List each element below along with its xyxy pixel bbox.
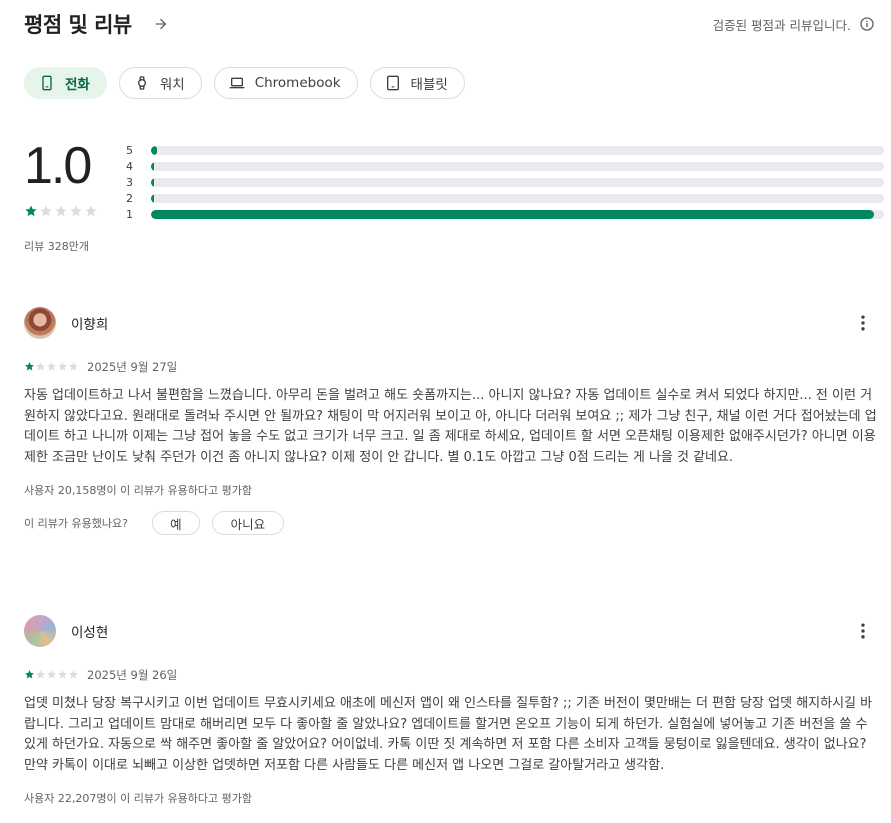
distribution-bar-track xyxy=(151,145,884,155)
more-options-icon[interactable] xyxy=(851,619,875,643)
review-text: 업뎃 미쳤나 당장 복구시키고 이번 업데이트 무효시키세요 애초에 메신저 앱… xyxy=(24,696,873,773)
tablet-icon xyxy=(385,75,401,91)
reviewer-header: 이성현 xyxy=(24,615,875,647)
review-count: 리뷰 328만개 xyxy=(24,240,89,253)
tab-chromebook[interactable]: Chromebook xyxy=(213,67,358,99)
star-empty-icon xyxy=(35,669,46,680)
helpful-yes-button[interactable]: 예 xyxy=(151,511,200,535)
tab-label: 워치 xyxy=(159,77,185,93)
star-empty-icon xyxy=(46,669,57,680)
star-empty-icon xyxy=(57,669,68,680)
distribution-row: 1 xyxy=(126,206,884,222)
reviewer-name: 이성현 xyxy=(71,625,109,641)
review-rating: 2025년 9월 26일 xyxy=(24,665,875,684)
laptop-icon xyxy=(229,75,245,91)
distribution-bar-fill xyxy=(151,177,154,187)
ratings-header: 평점 및 리뷰 검증된 평점과 리뷰입니다. xyxy=(24,10,875,38)
review-date: 2025년 9월 27일 xyxy=(87,359,178,374)
distribution-row: 4 xyxy=(126,158,884,174)
verified-notice: 검증된 평점과 리뷰입니다. xyxy=(713,15,875,34)
star-empty-icon xyxy=(39,204,53,218)
distribution-row: 5 xyxy=(126,142,884,158)
distribution-bar-fill xyxy=(151,161,154,171)
summary-stars xyxy=(24,204,108,218)
avatar xyxy=(24,615,56,647)
watch-icon xyxy=(134,75,150,91)
tab-label: 전화 xyxy=(65,77,90,93)
reviewer-header: 이향희 xyxy=(24,307,875,339)
review-text: 자동 업데이트하고 나서 불편함을 느꼈습니다. 아무리 돈을 벌려고 해도 숏… xyxy=(24,388,877,465)
verified-text: 검증된 평점과 리뷰입니다. xyxy=(712,17,851,33)
star-filled-icon xyxy=(24,361,35,372)
star-empty-icon xyxy=(68,669,79,680)
distribution-bar-fill xyxy=(151,193,154,203)
distribution-label: 5 xyxy=(126,143,133,157)
star-filled-icon xyxy=(24,204,38,218)
device-tabs: 전화 워치 Chromebook 태블릿 xyxy=(24,67,465,99)
tab-label: Chromebook xyxy=(254,75,341,91)
review-stars xyxy=(24,665,79,684)
average-score: 1.0 xyxy=(24,137,92,195)
distribution-label: 2 xyxy=(126,191,133,205)
info-icon[interactable] xyxy=(859,16,875,32)
distribution-bar-fill xyxy=(151,209,874,219)
star-empty-icon xyxy=(69,204,83,218)
phone-icon xyxy=(39,75,55,91)
review-stars xyxy=(24,357,79,376)
distribution-bar-fill xyxy=(151,145,157,155)
star-empty-icon xyxy=(84,204,98,218)
tab-label: 태블릿 xyxy=(410,77,448,93)
helpful-count: 사용자 20,158명이 이 리뷰가 유용하다고 평가함 xyxy=(24,484,253,497)
helpful-question: 이 리뷰가 유용했나요? xyxy=(24,517,128,530)
distribution-label: 3 xyxy=(126,175,133,189)
star-empty-icon xyxy=(57,361,68,372)
arrow-right-icon[interactable] xyxy=(150,13,172,35)
star-empty-icon xyxy=(46,361,57,372)
distribution-row: 3 xyxy=(126,174,884,190)
review-rating: 2025년 9월 27일 xyxy=(24,357,875,376)
distribution-bar-track xyxy=(151,177,884,187)
distribution-bar-track xyxy=(151,193,884,203)
distribution-bar-track xyxy=(151,209,884,219)
tab-phone[interactable]: 전화 xyxy=(24,67,107,99)
helpful-prompt: 이 리뷰가 유용했나요? 예 아니요 xyxy=(24,511,875,535)
rating-summary: 1.0 리뷰 328만개 xyxy=(24,140,108,254)
section-title: 평점 및 리뷰 xyxy=(24,13,132,37)
review-card: 이성현 2025년 9월 26일 업뎃 미쳤나 당장 복구시키고 이번 업데이트… xyxy=(24,615,875,806)
rating-distribution: 5 4 3 2 1 xyxy=(126,142,884,222)
star-empty-icon xyxy=(35,361,46,372)
star-filled-icon xyxy=(24,669,35,680)
distribution-bar-track xyxy=(151,161,884,171)
star-empty-icon xyxy=(54,204,68,218)
more-options-icon[interactable] xyxy=(851,311,875,335)
reviewer-name: 이향희 xyxy=(71,317,109,333)
helpful-no-button[interactable]: 아니요 xyxy=(211,511,284,535)
distribution-label: 4 xyxy=(126,159,133,173)
helpful-count: 사용자 22,207명이 이 리뷰가 유용하다고 평가함 xyxy=(24,792,253,805)
distribution-label: 1 xyxy=(126,207,133,221)
distribution-row: 2 xyxy=(126,190,884,206)
review-date: 2025년 9월 26일 xyxy=(87,667,178,682)
tab-watch[interactable]: 워치 xyxy=(118,67,202,99)
review-card: 이향희 2025년 9월 27일 자동 업데이트하고 나서 불편함을 느꼈습니다… xyxy=(24,307,877,535)
tab-tablet[interactable]: 태블릿 xyxy=(369,67,465,99)
avatar xyxy=(24,307,56,339)
star-empty-icon xyxy=(68,361,79,372)
